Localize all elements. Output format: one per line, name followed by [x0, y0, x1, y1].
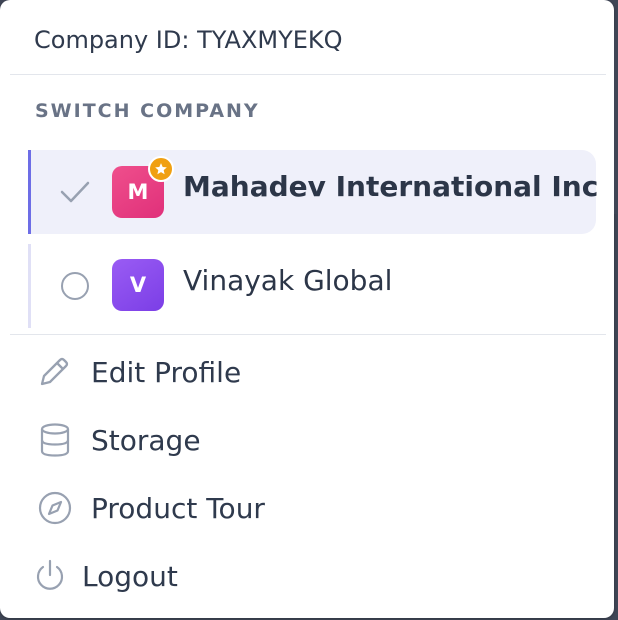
company-name: Vinayak Global	[183, 264, 393, 297]
menu-item-label: Product Tour	[91, 492, 265, 525]
company-option-mahadev[interactable]: M Mahadev International Inc	[28, 150, 599, 234]
menu-item-logout[interactable]: Logout	[0, 546, 614, 606]
menu-item-storage[interactable]: Storage	[0, 410, 614, 470]
check-icon	[60, 181, 90, 203]
company-avatar: V	[112, 259, 164, 311]
pencil-icon	[40, 357, 69, 386]
profile-dropdown-menu: Company ID: TYAXMYEKQ SWITCH COMPANY M M…	[0, 0, 614, 618]
compass-icon	[38, 491, 72, 525]
company-name: Mahadev International Inc	[183, 170, 599, 203]
switch-company-heading: SWITCH COMPANY	[35, 100, 260, 122]
company-avatar: M	[112, 156, 174, 218]
menu-item-label: Edit Profile	[91, 356, 242, 389]
database-icon	[40, 423, 70, 457]
menu-item-label: Storage	[91, 424, 201, 457]
company-id-label: Company ID: TYAXMYEKQ	[34, 26, 343, 54]
header-divider	[10, 74, 606, 75]
power-icon	[36, 559, 64, 590]
radio-unchecked-icon	[61, 272, 89, 300]
menu-item-label: Logout	[82, 560, 178, 593]
section-divider	[10, 334, 606, 335]
star-badge-icon	[148, 156, 174, 182]
avatar-initial: M	[127, 180, 149, 204]
avatar-initial: V	[129, 273, 147, 297]
background-scrollbar	[614, 30, 618, 214]
company-option-vinayak[interactable]: V Vinayak Global	[28, 244, 596, 328]
menu-item-edit-profile[interactable]: Edit Profile	[0, 342, 614, 402]
menu-item-product-tour[interactable]: Product Tour	[0, 478, 614, 538]
